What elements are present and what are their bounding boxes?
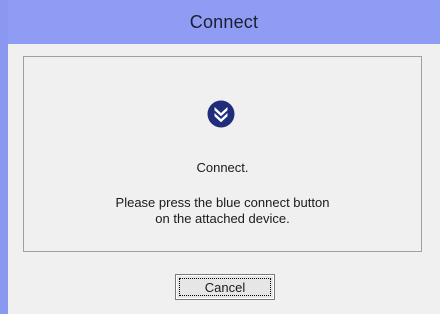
message-line-1: Please press the blue connect button xyxy=(115,195,330,210)
dialog-message: Please press the blue connect button on … xyxy=(24,195,421,227)
message-panel: Connect. Please press the blue connect b… xyxy=(23,56,422,252)
window-title: Connect xyxy=(189,11,259,32)
dialog-client-area: Connect. Please press the blue connect b… xyxy=(8,44,440,314)
download-arrows-icon xyxy=(207,100,235,128)
message-line-2: on the attached device. xyxy=(155,211,290,226)
cancel-button-label: Cancel xyxy=(204,279,246,295)
dialog-heading: Connect. xyxy=(196,160,249,175)
cancel-button[interactable]: Cancel xyxy=(175,274,275,300)
connect-dialog-window: Connect Connect. Please press the blue c… xyxy=(0,0,440,314)
title-bar[interactable]: Connect xyxy=(8,0,440,44)
